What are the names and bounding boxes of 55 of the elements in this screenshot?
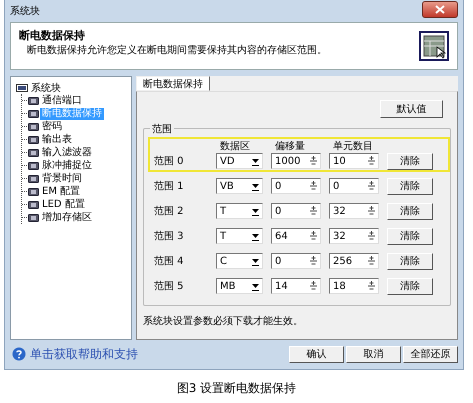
tree-item[interactable]: 增加存储区 (40, 212, 94, 224)
data-area-dropdown[interactable]: VD (216, 153, 263, 169)
header-description: 断电数据保持允许您定义在断电期间需要保持其内容的存储区范围。 (26, 44, 327, 57)
range-label: 范围 0 (153, 154, 185, 168)
column-header: 偏移量 (274, 140, 306, 153)
column-header: 单元数目 (332, 140, 374, 153)
count-spinbox[interactable]: 18 (329, 278, 379, 294)
offset-spinbox[interactable]: 1000 (271, 153, 321, 169)
clear-button[interactable]: 清除 (387, 278, 433, 294)
count-spinbox[interactable]: 10 (329, 153, 379, 169)
figure-caption: 图3 设置断电数据保持 (176, 380, 298, 397)
range-label: 范围 3 (153, 230, 185, 243)
data-area-dropdown[interactable]: VB (216, 178, 263, 194)
clear-button[interactable]: 清除 (387, 228, 433, 244)
dialog-button[interactable]: 全部还原 (403, 346, 458, 362)
tree-item[interactable]: 密码 (40, 120, 64, 132)
note-text: 系统块设置参数必须下载才能生效。 (143, 314, 304, 328)
default-button[interactable]: 默认值 (380, 100, 443, 118)
offset-spinbox[interactable]: 0 (271, 178, 321, 194)
range-label: 范围 4 (153, 254, 185, 268)
header-title: 断电数据保持 (19, 28, 86, 43)
clear-button[interactable]: 清除 (387, 152, 433, 170)
offset-spinbox[interactable]: 0 (271, 253, 321, 269)
clear-button[interactable]: 清除 (387, 178, 433, 194)
tree-item[interactable]: 脉冲捕捉位 (40, 160, 94, 172)
count-spinbox[interactable]: 32 (329, 203, 379, 219)
dialog-button[interactable]: 取消 (346, 346, 401, 362)
dialog-button[interactable]: 确认 (289, 346, 344, 362)
help-link[interactable]: 单击获取帮助和支持 (30, 346, 138, 362)
data-area-dropdown[interactable]: T (216, 228, 263, 244)
tree-item[interactable]: EM 配置 (40, 186, 82, 198)
data-area-dropdown[interactable]: MB (216, 278, 263, 294)
count-spinbox[interactable]: 256 (329, 253, 379, 269)
data-area-dropdown[interactable]: T (216, 203, 263, 219)
tree-root-label[interactable]: 系统块 (31, 80, 61, 94)
clear-button[interactable]: 清除 (387, 252, 433, 270)
count-spinbox[interactable]: 32 (329, 228, 379, 244)
data-area-dropdown[interactable]: C (216, 253, 263, 269)
offset-spinbox[interactable]: 0 (271, 203, 321, 219)
tree-item[interactable]: 输出表 (40, 134, 74, 146)
count-spinbox[interactable]: 0 (329, 178, 379, 194)
tree-item[interactable]: 输入滤波器 (40, 146, 94, 158)
clear-button[interactable]: 清除 (387, 202, 433, 220)
window-title: 系统块 (10, 4, 40, 18)
tree-item[interactable]: 背景时间 (40, 172, 84, 184)
offset-spinbox[interactable]: 64 (271, 228, 321, 244)
tab[interactable]: 断电数据保持 (136, 76, 210, 91)
group-title: 范围 (150, 122, 174, 136)
column-header: 数据区 (219, 140, 251, 153)
tree-item[interactable]: LED 配置 (40, 198, 87, 210)
tree-item[interactable]: 通信端口 (40, 94, 84, 106)
range-label: 范围 2 (153, 204, 185, 218)
offset-spinbox[interactable]: 14 (271, 278, 321, 294)
range-label: 范围 1 (153, 180, 185, 193)
range-label: 范围 5 (153, 280, 185, 293)
